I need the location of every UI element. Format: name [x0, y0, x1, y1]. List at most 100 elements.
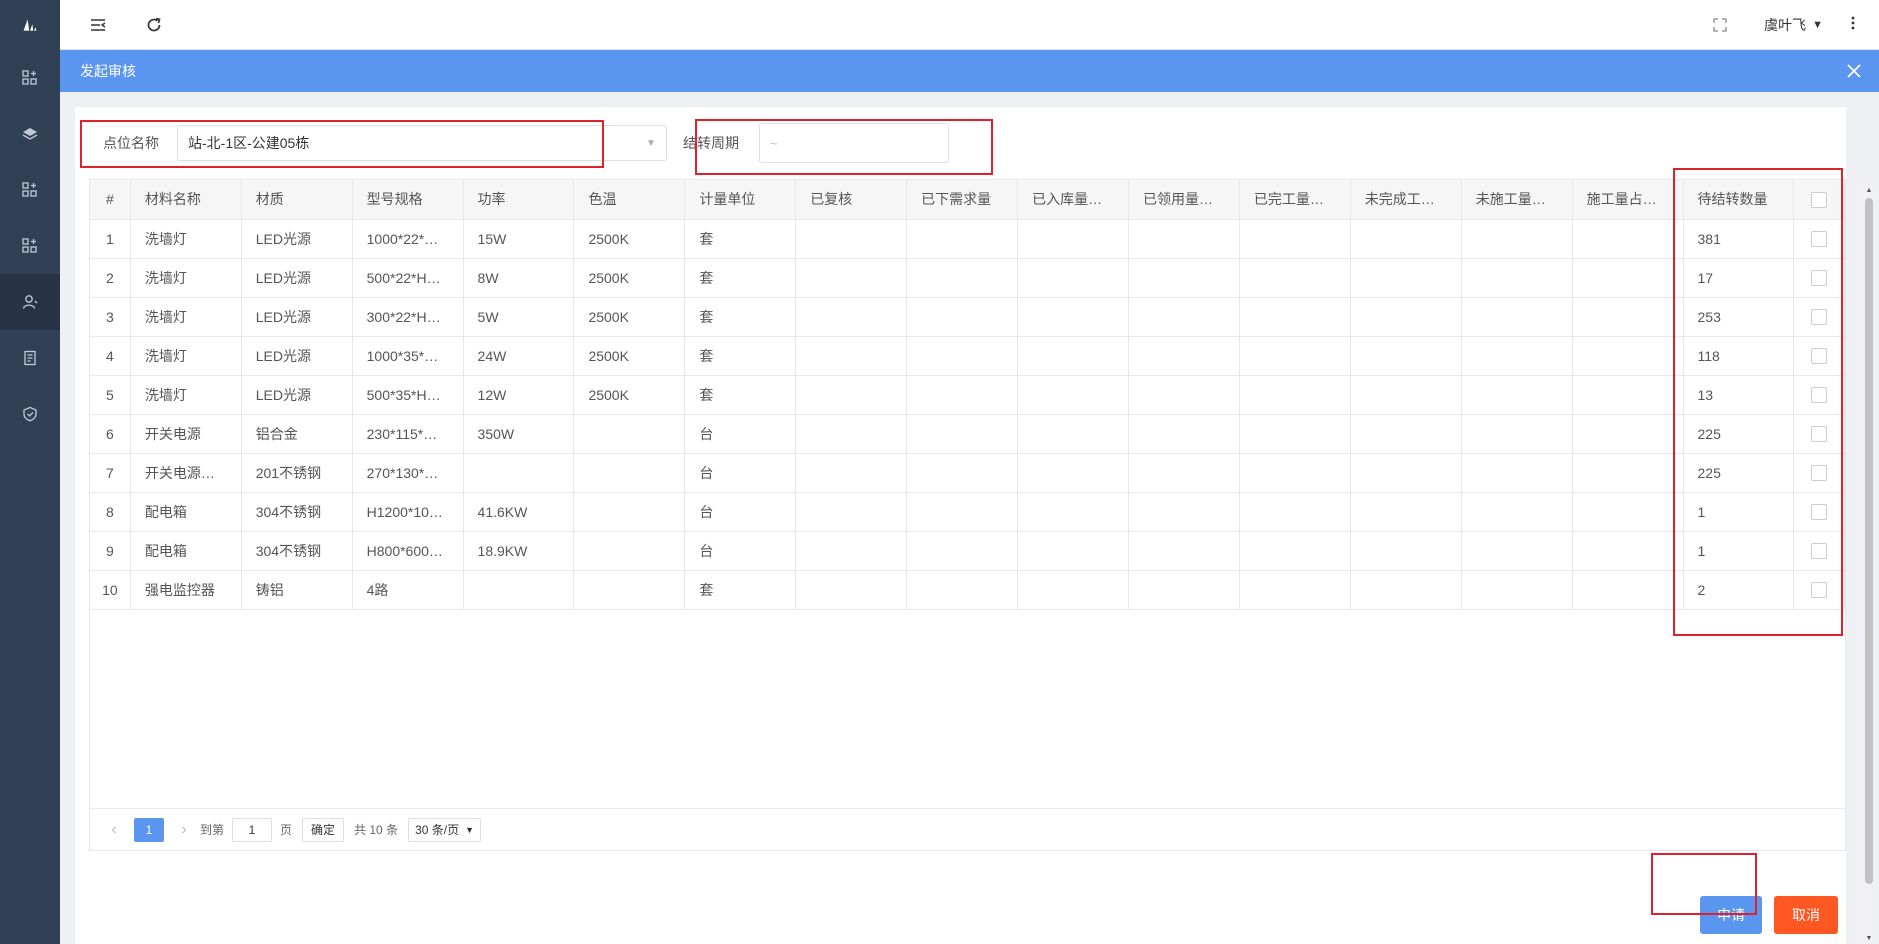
- sidebar-item-5[interactable]: [0, 274, 60, 330]
- refresh-button[interactable]: [144, 15, 164, 35]
- table-cell: 253: [1683, 297, 1795, 337]
- modal-scrollbar[interactable]: ▲ ▼: [1863, 186, 1875, 944]
- checkbox-icon: [1811, 348, 1828, 365]
- table-cell: 15W: [463, 219, 575, 259]
- table-header-row: # 材料名称 材质 型号规格 功率 色温 计量单位 已复核 已下需求量 已入库量… 已领用量… 已完工…: [90, 180, 1845, 220]
- table-row[interactable]: 1 洗墙灯 LED光源 1000*22*… 15W 2500K 套 381: [90, 219, 1845, 259]
- scrollbar-thumb[interactable]: [1865, 198, 1873, 884]
- table-cell: [1128, 297, 1240, 337]
- table-cell: 1000*35*…: [352, 336, 464, 376]
- apps-icon: [22, 182, 37, 197]
- table-cell: [573, 570, 686, 610]
- checkbox-icon: [1811, 426, 1828, 443]
- row-checkbox[interactable]: [1793, 297, 1845, 337]
- document-icon: [24, 350, 36, 366]
- table-cell: [906, 570, 1019, 610]
- table-cell: 118: [1683, 336, 1795, 376]
- row-checkbox[interactable]: [1793, 375, 1845, 415]
- table-cell: [1350, 258, 1462, 298]
- table-row[interactable]: 8 配电箱 304不锈钢 H1200*10… 41.6KW 台 1: [90, 492, 1845, 532]
- table-row[interactable]: 9 配电箱 304不锈钢 H800*600… 18.9KW 台 1: [90, 531, 1845, 571]
- row-checkbox[interactable]: [1793, 414, 1845, 454]
- page-current[interactable]: 1: [134, 817, 164, 842]
- row-checkbox[interactable]: [1793, 258, 1845, 298]
- scroll-up-icon[interactable]: ▲: [1863, 186, 1875, 196]
- table-cell: 开关电源…: [130, 453, 242, 493]
- goto-confirm-button[interactable]: 确定: [302, 817, 345, 842]
- column-header: 色温: [573, 180, 686, 220]
- table-cell: [906, 219, 1019, 259]
- table-cell: [1239, 570, 1351, 610]
- table-cell: [1239, 258, 1351, 298]
- table-cell: 4路: [352, 570, 464, 610]
- row-checkbox[interactable]: [1793, 492, 1845, 532]
- row-checkbox[interactable]: [1793, 219, 1845, 259]
- sidebar-item-6[interactable]: [0, 330, 60, 386]
- column-header: 材质: [241, 180, 353, 220]
- caret-down-icon: ▼: [465, 824, 475, 835]
- user-icon: [22, 295, 38, 309]
- period-range-input[interactable]: ~: [759, 123, 949, 163]
- table-row[interactable]: 5 洗墙灯 LED光源 500*35*H… 12W 2500K 套 13: [90, 375, 1845, 415]
- location-label: 点位名称: [103, 135, 159, 151]
- sidebar-item-2[interactable]: [0, 106, 60, 162]
- user-menu[interactable]: 虞叶飞 ▼: [1764, 15, 1823, 35]
- menu-toggle-button[interactable]: [88, 15, 108, 35]
- chevron-down-icon: ▼: [646, 137, 656, 149]
- sidebar-item-4[interactable]: [0, 218, 60, 274]
- page-size-select[interactable]: 30 条/页 ▼: [408, 817, 482, 842]
- row-checkbox[interactable]: [1793, 570, 1845, 610]
- table-row[interactable]: 6 开关电源 铝合金 230*115*… 350W 台 225: [90, 414, 1845, 454]
- table-cell: [1350, 336, 1462, 376]
- table-cell: [1350, 219, 1462, 259]
- user-name: 虞叶飞: [1764, 16, 1807, 33]
- table-cell: [1461, 258, 1573, 298]
- table-row[interactable]: 3 洗墙灯 LED光源 300*22*H… 5W 2500K 套 253: [90, 297, 1845, 337]
- logo[interactable]: [0, 0, 60, 50]
- sidebar-item-3[interactable]: [0, 162, 60, 218]
- scroll-down-icon[interactable]: ▼: [1863, 934, 1875, 944]
- table-cell: 配电箱: [130, 492, 242, 532]
- period-range-value: ~: [770, 135, 778, 151]
- table-cell: [1572, 492, 1684, 532]
- more-menu-button[interactable]: [1851, 16, 1861, 33]
- table-row[interactable]: 7 开关电源… 201不锈钢 270*130*… 台 225: [90, 453, 1845, 493]
- table-cell: [1239, 531, 1351, 571]
- next-page-button[interactable]: ›: [174, 821, 194, 839]
- table-cell: 洗墙灯: [130, 219, 242, 259]
- modal-close-button[interactable]: [1845, 62, 1863, 80]
- table-cell: 381: [1683, 219, 1795, 259]
- prev-page-button[interactable]: ‹: [104, 821, 124, 839]
- table-cell: 5: [90, 375, 131, 415]
- table-cell: [1461, 297, 1573, 337]
- table-cell: 2500K: [573, 297, 686, 337]
- select-all-checkbox[interactable]: [1793, 180, 1845, 220]
- row-checkbox[interactable]: [1793, 453, 1845, 493]
- sidebar: [0, 0, 60, 944]
- table-cell: 洗墙灯: [130, 375, 242, 415]
- table-cell: [906, 336, 1019, 376]
- sidebar-item-1[interactable]: [0, 50, 60, 106]
- table-row[interactable]: 4 洗墙灯 LED光源 1000*35*… 24W 2500K 套 118: [90, 336, 1845, 376]
- fullscreen-button[interactable]: [1712, 17, 1728, 33]
- apply-button[interactable]: 申请: [1700, 896, 1762, 934]
- table-row[interactable]: 2 洗墙灯 LED光源 500*22*H… 8W 2500K 套 17: [90, 258, 1845, 298]
- cancel-button[interactable]: 取消: [1774, 896, 1838, 934]
- table-row[interactable]: 10 强电监控器 铸铝 4路 套 2: [90, 570, 1845, 610]
- row-checkbox[interactable]: [1793, 336, 1845, 376]
- row-checkbox[interactable]: [1793, 531, 1845, 571]
- table-cell: [1017, 531, 1129, 571]
- sidebar-item-7[interactable]: [0, 386, 60, 442]
- table-cell: [1350, 570, 1462, 610]
- table-cell: 201不锈钢: [241, 453, 353, 493]
- table-cell: [906, 453, 1019, 493]
- material-table: # 材料名称 材质 型号规格 功率 色温 计量单位 已复核 已下需求量 已入库量… 已领用量… 已完工…: [89, 179, 1846, 851]
- goto-page-input[interactable]: 1: [232, 817, 273, 842]
- table-cell: 1: [90, 219, 131, 259]
- table-cell: 2500K: [573, 258, 686, 298]
- location-select[interactable]: 站-北-1区-公建05栋 ▼: [177, 125, 667, 161]
- table-cell: 9: [90, 531, 131, 571]
- table-cell: [795, 258, 908, 298]
- table-cell: [463, 453, 575, 493]
- checkbox-icon: [1811, 465, 1828, 482]
